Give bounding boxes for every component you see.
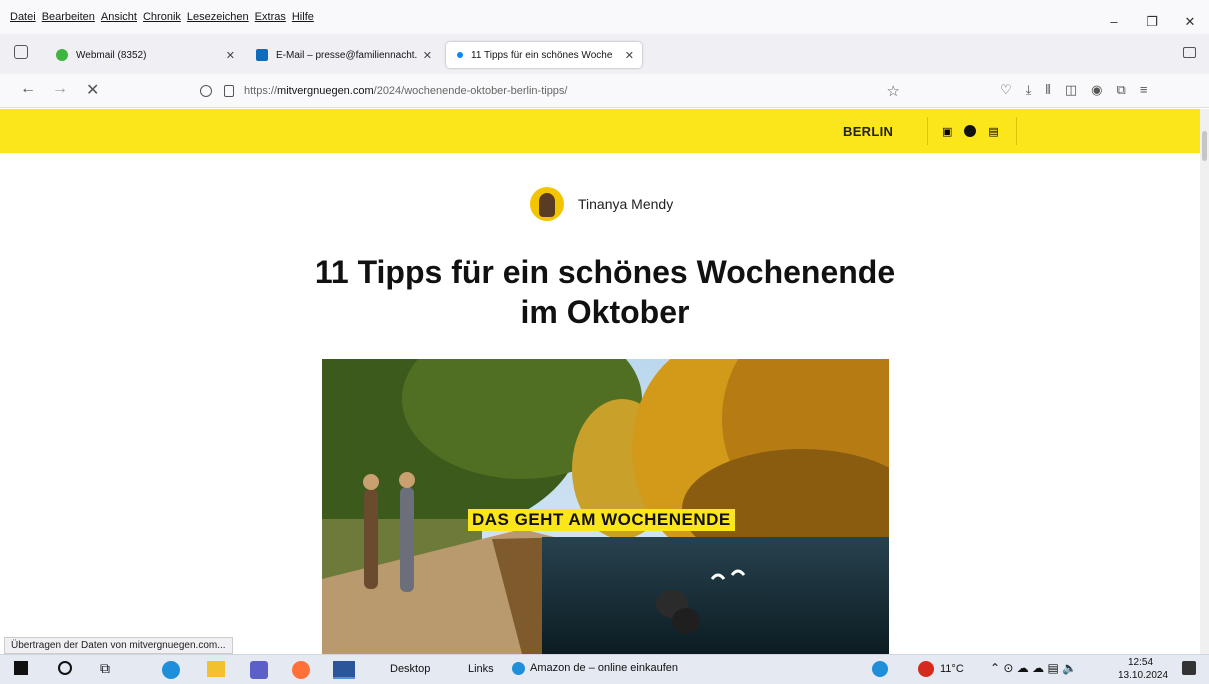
tracking-shield-icon[interactable]: [200, 85, 212, 97]
loading-dot-icon: [457, 52, 463, 58]
account-icon[interactable]: ◉: [1091, 82, 1102, 98]
tab-email[interactable]: E-Mail – presse@familiennacht. ✕: [248, 42, 440, 68]
menu-icon[interactable]: ≡: [1140, 82, 1148, 98]
tab-label: Webmail (8352): [76, 49, 147, 61]
navigation-bar: ← → ✕ https:// mitvergnuegen.com /2024/w…: [0, 74, 1209, 108]
clock-time[interactable]: 12:54: [1128, 657, 1153, 668]
desktop-toolbar[interactable]: Desktop: [390, 663, 430, 675]
toolbar-icons: ♡ ⤓ ⫴ ◫ ◉ ⧉ ≡: [1000, 82, 1147, 98]
extensions-icon[interactable]: ⧉: [1117, 82, 1126, 98]
menu-datei[interactable]: Datei: [10, 11, 36, 23]
sidebar-icon[interactable]: ◫: [1065, 82, 1077, 98]
menu-hilfe[interactable]: Hilfe: [292, 11, 314, 23]
outlook-icon: [256, 49, 268, 61]
page-scrollbar[interactable]: [1200, 109, 1209, 654]
author-byline[interactable]: Tinanya Mendy: [530, 187, 673, 221]
weather-alert-icon[interactable]: [918, 661, 934, 677]
bookmark-star-icon[interactable]: ☆: [887, 82, 900, 100]
edge-small-icon: [512, 662, 525, 675]
taskbar: ⧉ Desktop Links Amazon de – online einka…: [0, 654, 1209, 684]
hero-label: DAS GEHT AM WOCHENENDE: [468, 509, 735, 531]
menu-ansicht[interactable]: Ansicht: [101, 11, 137, 23]
site-header: BERLIN ▣ ▤: [0, 109, 1200, 153]
tab-article[interactable]: 11 Tipps für ein schönes Woche ✕: [446, 42, 642, 68]
edge-icon[interactable]: [162, 661, 180, 679]
avatar[interactable]: [530, 187, 564, 221]
menu-bar: Datei Bearbeiten Ansicht Chronik Lesezei…: [0, 0, 1209, 34]
restore-button[interactable]: ❐: [1133, 14, 1171, 30]
clock-date[interactable]: 13.10.2024: [1118, 670, 1168, 681]
menu-list: Datei Bearbeiten Ansicht Chronik Lesezei…: [10, 11, 314, 23]
hero-image: DAS GEHT AM WOCHENENDE: [322, 359, 889, 654]
notification-icon[interactable]: [1182, 661, 1196, 675]
forward-arrow-icon[interactable]: →: [52, 80, 68, 98]
url-host: mitvergnuegen.com: [277, 85, 374, 97]
url-path: /2024/wochenende-oktober-berlin-tipps/: [373, 85, 568, 97]
menu-chronik[interactable]: Chronik: [143, 11, 181, 23]
lock-icon[interactable]: [224, 85, 234, 97]
window-controls: – ❐ ✕: [1095, 14, 1209, 30]
menu-extras[interactable]: Extras: [255, 11, 286, 23]
close-button[interactable]: ✕: [1171, 14, 1209, 30]
pocket-icon[interactable]: ♡: [1000, 82, 1012, 98]
tiktok-icon[interactable]: [964, 125, 977, 137]
minimize-button[interactable]: –: [1095, 14, 1133, 30]
menu-lesezeichen[interactable]: Lesezeichen: [187, 11, 249, 23]
tab-label: 11 Tipps für ein schönes Woche: [471, 49, 613, 61]
green-dot-icon: [56, 49, 68, 61]
close-icon[interactable]: ✕: [423, 49, 432, 62]
windows-start-icon[interactable]: [14, 661, 28, 675]
menu-bearbeiten[interactable]: Bearbeiten: [42, 11, 95, 23]
links-toolbar[interactable]: Links: [468, 663, 494, 675]
firefox-icon[interactable]: [292, 661, 310, 679]
article-title: 11 Tipps für ein schönes Wochenende im O…: [314, 254, 896, 330]
tab-label: E-Mail – presse@familiennacht.: [276, 49, 418, 61]
search-icon[interactable]: [58, 661, 72, 675]
help-icon[interactable]: [872, 661, 888, 677]
library-icon[interactable]: ⫴: [1045, 82, 1050, 98]
instagram-icon[interactable]: ▣: [942, 125, 952, 138]
tray-icons[interactable]: ⌃ ⊙ ☁ ☁ ▤ 🔈: [990, 661, 1077, 675]
tab-overflow-icon[interactable]: [1183, 47, 1196, 58]
task-view-icon[interactable]: ⧉: [100, 660, 110, 677]
stop-icon[interactable]: ✕: [86, 80, 99, 100]
url-bar[interactable]: https:// mitvergnuegen.com /2024/wochene…: [200, 78, 900, 104]
author-name[interactable]: Tinanya Mendy: [578, 196, 673, 212]
firefox-view-icon[interactable]: [14, 45, 28, 59]
word-icon[interactable]: [333, 661, 355, 679]
url-prefix: https://: [244, 85, 278, 97]
city-link[interactable]: BERLIN: [843, 124, 893, 139]
back-arrow-icon[interactable]: ←: [20, 80, 36, 98]
file-explorer-icon[interactable]: [207, 661, 225, 677]
podcast-icon[interactable]: ▤: [988, 125, 998, 138]
tab-bar: Webmail (8352) ✕ E-Mail – presse@familie…: [0, 34, 1209, 74]
amazon-link[interactable]: Amazon de – online einkaufen: [530, 662, 678, 674]
tab-webmail[interactable]: Webmail (8352) ✕: [48, 42, 243, 68]
social-links: ▣ ▤: [927, 117, 1017, 145]
autumn-park-photo: [322, 359, 889, 654]
close-icon[interactable]: ✕: [625, 49, 634, 62]
temperature[interactable]: 11°C: [940, 663, 964, 675]
close-icon[interactable]: ✕: [226, 49, 235, 62]
scrollbar-thumb[interactable]: [1202, 131, 1207, 161]
download-icon[interactable]: ⤓: [1026, 82, 1032, 98]
status-bar: Übertragen der Daten von mitvergnuegen.c…: [4, 637, 233, 654]
teams-icon[interactable]: [250, 661, 268, 679]
